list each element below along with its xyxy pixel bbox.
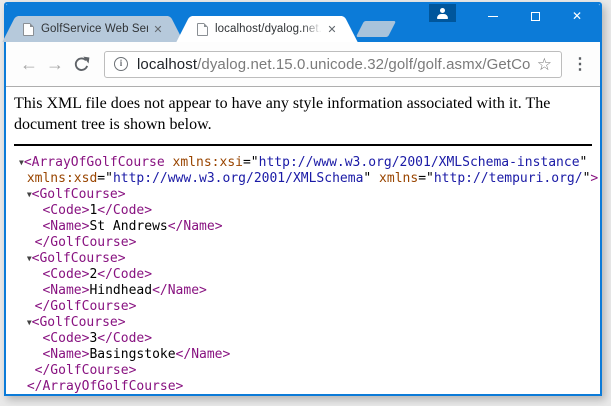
xml-line: ▼<GolfCourse> <box>19 251 592 267</box>
back-button[interactable]: ← <box>16 51 42 77</box>
page-info-icon[interactable]: i <box>114 57 128 71</box>
xml-line: <Name>St Andrews</Name> <box>19 219 592 235</box>
tab-close-icon[interactable]: ✕ <box>324 21 340 37</box>
page-icon <box>197 23 208 36</box>
xml-tree: ▼<ArrayOfGolfCourse xmlns:xsi="http://ww… <box>14 155 592 393</box>
xml-line: <Code>3</Code> <box>19 331 592 347</box>
tab-localhost-active[interactable]: localhost/dyalog.net.15.0 ✕ <box>192 16 342 42</box>
url-text: localhost/dyalog.net.15.0.unicode.32/gol… <box>137 56 531 73</box>
minimize-icon <box>488 16 498 17</box>
xml-line: </ArrayOfGolfCourse> <box>19 379 592 393</box>
person-icon <box>436 8 449 19</box>
url-host: localhost <box>137 56 197 73</box>
maximize-button[interactable] <box>514 4 556 28</box>
profile-avatar-button[interactable] <box>429 4 456 22</box>
close-button[interactable]: ✕ <box>556 4 598 28</box>
close-icon: ✕ <box>572 10 582 22</box>
tab-strip: GolfService Web Service ✕ localhost/dyal… <box>18 16 392 42</box>
tab-label: GolfService Web Service <box>41 23 148 35</box>
maximize-icon <box>531 12 540 21</box>
minimize-button[interactable] <box>472 4 514 28</box>
new-tab-button[interactable] <box>356 21 396 37</box>
xml-line: ▼<ArrayOfGolfCourse xmlns:xsi="http://ww… <box>19 155 592 171</box>
xml-line: </GolfCourse> <box>19 363 592 379</box>
url-address-bar[interactable]: i localhost/dyalog.net.15.0.unicode.32/g… <box>104 51 562 78</box>
xml-line: </GolfCourse> <box>19 235 592 251</box>
xml-line: xmlns:xsd="http://www.w3.org/2001/XMLSch… <box>19 171 592 187</box>
xml-line: <Name>Basingstoke</Name> <box>19 347 592 363</box>
back-arrow-icon: ← <box>20 55 38 73</box>
forward-button[interactable]: → <box>42 51 68 77</box>
xml-line: <Code>1</Code> <box>19 203 592 219</box>
browser-menu-button[interactable]: ⋮ <box>570 54 590 74</box>
xml-notice-text: This XML file does not appear to have an… <box>14 93 592 135</box>
reload-icon <box>73 56 90 73</box>
page-content: This XML file does not appear to have an… <box>6 87 600 393</box>
bookmark-star-icon[interactable]: ☆ <box>531 56 552 73</box>
page-icon <box>23 23 34 36</box>
browser-toolbar: ← → i localhost/dyalog.net.15.0.unicode.… <box>6 42 600 87</box>
xml-line: <Name>Hindhead</Name> <box>19 283 592 299</box>
tab-close-icon[interactable]: ✕ <box>150 21 166 37</box>
xml-line: <Code>2</Code> <box>19 267 592 283</box>
xml-notice-block: This XML file does not appear to have an… <box>14 93 592 146</box>
forward-arrow-icon: → <box>46 55 64 73</box>
xml-line: ▼<GolfCourse> <box>19 187 592 203</box>
xml-line: </GolfCourse> <box>19 299 592 315</box>
reload-button[interactable] <box>68 51 94 77</box>
url-path: /dyalog.net.15.0.unicode.32/golf/golf.as… <box>197 56 531 73</box>
xml-line: ▼<GolfCourse> <box>19 315 592 331</box>
tab-golfservice-web-service[interactable]: GolfService Web Service ✕ <box>18 16 168 42</box>
browser-window: GolfService Web Service ✕ localhost/dyal… <box>4 2 602 396</box>
tab-label: localhost/dyalog.net.15.0 <box>215 23 322 35</box>
window-caption-controls: ✕ <box>429 4 598 28</box>
titlebar: GolfService Web Service ✕ localhost/dyal… <box>6 4 600 42</box>
